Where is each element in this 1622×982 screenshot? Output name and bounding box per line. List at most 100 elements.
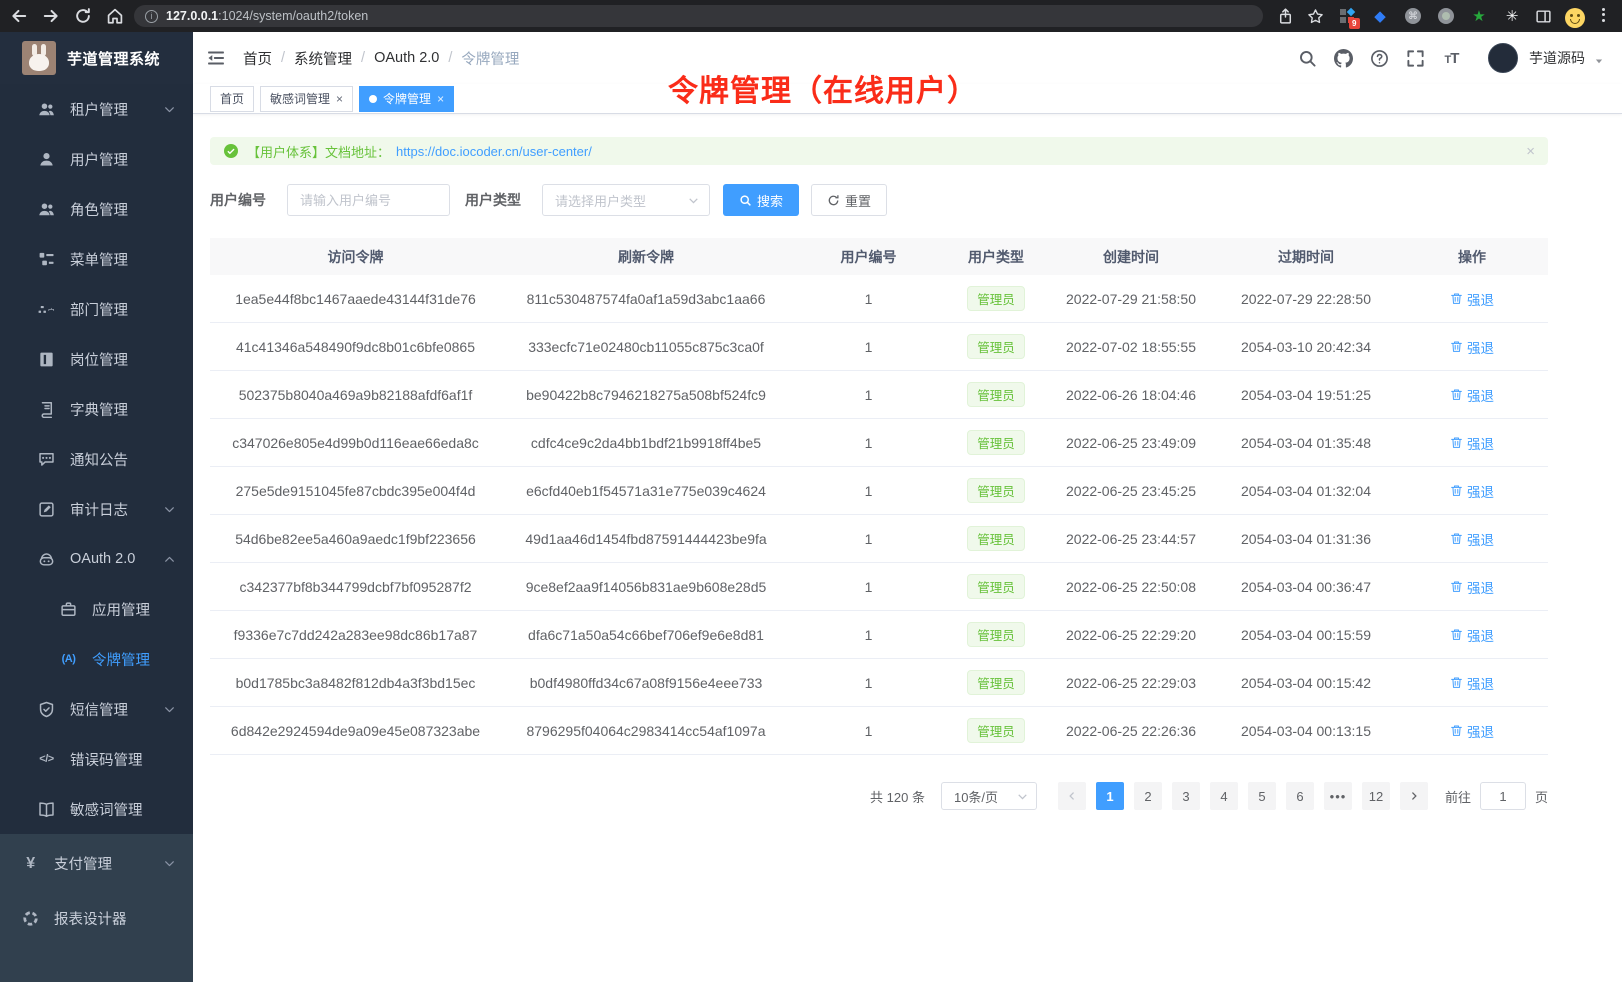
- force-logout-button[interactable]: 强退: [1450, 433, 1494, 453]
- fullscreen-icon[interactable]: [1406, 49, 1425, 68]
- create-time-cell: 2022-06-25 23:44:57: [1046, 531, 1216, 547]
- collapse-sidebar-icon[interactable]: [207, 49, 225, 67]
- pinwheel-extension-icon[interactable]: ✳: [1502, 6, 1522, 26]
- bookmark-star-icon[interactable]: [1307, 8, 1324, 25]
- share-icon[interactable]: [1277, 8, 1294, 25]
- page-button-5[interactable]: 5: [1248, 782, 1276, 810]
- sidebar-item-post[interactable]: 岗位管理: [0, 334, 193, 384]
- reload-icon[interactable]: [74, 7, 92, 25]
- sidebar-item-audit-log[interactable]: 审计日志: [0, 484, 193, 534]
- search-icon[interactable]: [1298, 49, 1317, 68]
- record-extension-icon[interactable]: [1436, 6, 1456, 26]
- user-id-label: 用户编号: [210, 190, 266, 210]
- sidebar-item-report-designer[interactable]: 报表设计器: [0, 891, 193, 946]
- home-icon[interactable]: [106, 7, 124, 25]
- tab-close-icon[interactable]: ×: [437, 93, 444, 105]
- github-icon[interactable]: [1334, 49, 1353, 68]
- tab-首页[interactable]: 首页: [210, 86, 254, 112]
- tab-close-icon[interactable]: ×: [336, 93, 343, 105]
- page-button-1[interactable]: 1: [1096, 782, 1124, 810]
- command-extension-icon[interactable]: ⌘: [1403, 6, 1423, 26]
- sidebar-item-tenant[interactable]: 租户管理: [0, 84, 193, 134]
- force-logout-button[interactable]: 强退: [1450, 289, 1494, 309]
- goto-page-input[interactable]: [1480, 782, 1526, 810]
- sidebar-item-error-code[interactable]: </>错误码管理: [0, 734, 193, 784]
- page-size-select[interactable]: 10条/页: [941, 782, 1037, 810]
- alert-close-icon[interactable]: ×: [1526, 143, 1535, 160]
- breadcrumb-item: 令牌管理: [461, 48, 519, 69]
- page-ellipsis-button[interactable]: •••: [1324, 782, 1352, 810]
- next-page-button[interactable]: [1400, 782, 1428, 810]
- breadcrumb-item[interactable]: 首页: [243, 48, 272, 69]
- breadcrumb-item[interactable]: OAuth 2.0: [374, 50, 439, 66]
- sidebar-item-pay[interactable]: ¥支付管理: [0, 836, 193, 891]
- force-logout-button[interactable]: 强退: [1450, 529, 1494, 549]
- page-button-4[interactable]: 4: [1210, 782, 1238, 810]
- sidebar-item-notice[interactable]: 通知公告: [0, 434, 193, 484]
- app-logo[interactable]: 芋道管理系统: [0, 32, 193, 84]
- user-avatar[interactable]: [1488, 43, 1518, 73]
- page-button-12[interactable]: 12: [1362, 782, 1390, 810]
- user-type-select[interactable]: 请选择用户类型: [542, 184, 710, 216]
- help-icon[interactable]: [1370, 49, 1389, 68]
- page-button-3[interactable]: 3: [1172, 782, 1200, 810]
- refresh-token-cell: b0df4980ffd34c67a08f9156e4eee733: [501, 675, 791, 691]
- user-name[interactable]: 芋道源码: [1529, 48, 1585, 68]
- force-logout-button[interactable]: 强退: [1450, 481, 1494, 501]
- force-logout-button[interactable]: 强退: [1450, 673, 1494, 693]
- menu-dots-icon[interactable]: [1595, 8, 1612, 25]
- expire-time-cell: 2054-03-04 00:36:47: [1216, 579, 1396, 595]
- force-logout-button[interactable]: 强退: [1450, 577, 1494, 597]
- sidebar-item-role[interactable]: 角色管理: [0, 184, 193, 234]
- sidebar-item-sms[interactable]: 短信管理: [0, 684, 193, 734]
- token-table: 访问令牌刷新令牌用户编号用户类型创建时间过期时间操作 1ea5e44f8bc14…: [210, 238, 1548, 755]
- tab-active-dot: [369, 95, 377, 103]
- tab-label: 令牌管理: [383, 90, 431, 107]
- user-type-badge: 管理员: [967, 670, 1025, 695]
- caret-down-icon[interactable]: [1594, 56, 1604, 66]
- profile-emoji-icon[interactable]: [1565, 8, 1582, 25]
- page-button-6[interactable]: 6: [1286, 782, 1314, 810]
- trash-icon: [1450, 292, 1463, 305]
- search-button[interactable]: 搜索: [723, 184, 799, 216]
- create-time-cell: 2022-07-29 21:58:50: [1046, 291, 1216, 307]
- sidebar-item-dept[interactable]: 部门管理: [0, 284, 193, 334]
- sidebar-item-label: 通知公告: [70, 449, 128, 470]
- sidebar-item-oauth2-token[interactable]: (A)令牌管理: [0, 634, 193, 684]
- force-logout-button[interactable]: 强退: [1450, 721, 1494, 741]
- tab-令牌管理[interactable]: 令牌管理 ×: [359, 86, 454, 112]
- sidebar-item-menu[interactable]: 菜单管理: [0, 234, 193, 284]
- user-id-input[interactable]: [287, 184, 450, 216]
- back-icon[interactable]: [10, 7, 28, 25]
- page-info-icon[interactable]: i: [145, 10, 158, 23]
- url-text: 127.0.0.1:1024/system/oauth2/token: [166, 9, 368, 23]
- sidebar-item-dict[interactable]: 字典管理: [0, 384, 193, 434]
- force-logout-button[interactable]: 强退: [1450, 337, 1494, 357]
- chevron-down-icon: [164, 504, 175, 515]
- user-type-badge: 管理员: [967, 718, 1025, 743]
- sidebar-item-user[interactable]: 用户管理: [0, 134, 193, 184]
- notice-icon: [38, 451, 55, 468]
- page-button-2[interactable]: 2: [1134, 782, 1162, 810]
- reset-button[interactable]: 重置: [811, 184, 887, 216]
- create-time-cell: 2022-06-26 18:04:46: [1046, 387, 1216, 403]
- gem-extension-icon[interactable]: ◆: [1370, 6, 1390, 26]
- font-size-icon[interactable]: TT: [1442, 49, 1461, 68]
- sidebar-item-oauth2[interactable]: OAuth 2.0: [0, 534, 193, 584]
- extensions-grid-icon[interactable]: 9: [1337, 6, 1357, 26]
- sidebar-item-oauth2-app[interactable]: 应用管理: [0, 584, 193, 634]
- force-logout-button[interactable]: 强退: [1450, 625, 1494, 645]
- side-panel-icon[interactable]: [1535, 8, 1552, 25]
- address-bar[interactable]: i 127.0.0.1:1024/system/oauth2/token: [134, 5, 1263, 27]
- trash-icon: [1450, 436, 1463, 449]
- forward-icon[interactable]: [42, 7, 60, 25]
- doc-link[interactable]: https://doc.iocoder.cn/user-center/: [396, 144, 592, 159]
- table-row: f9336e7c7dd242a283ee98dc86b17a87dfa6c71a…: [210, 611, 1548, 659]
- prev-page-button[interactable]: [1058, 782, 1086, 810]
- breadcrumb-item[interactable]: 系统管理: [294, 48, 352, 69]
- star-extension-icon[interactable]: ★: [1469, 6, 1489, 26]
- access-token-cell: f9336e7c7dd242a283ee98dc86b17a87: [210, 627, 501, 643]
- tab-敏感词管理[interactable]: 敏感词管理×: [260, 86, 353, 112]
- force-logout-button[interactable]: 强退: [1450, 385, 1494, 405]
- sidebar-item-sensitive-word[interactable]: 敏感词管理: [0, 784, 193, 834]
